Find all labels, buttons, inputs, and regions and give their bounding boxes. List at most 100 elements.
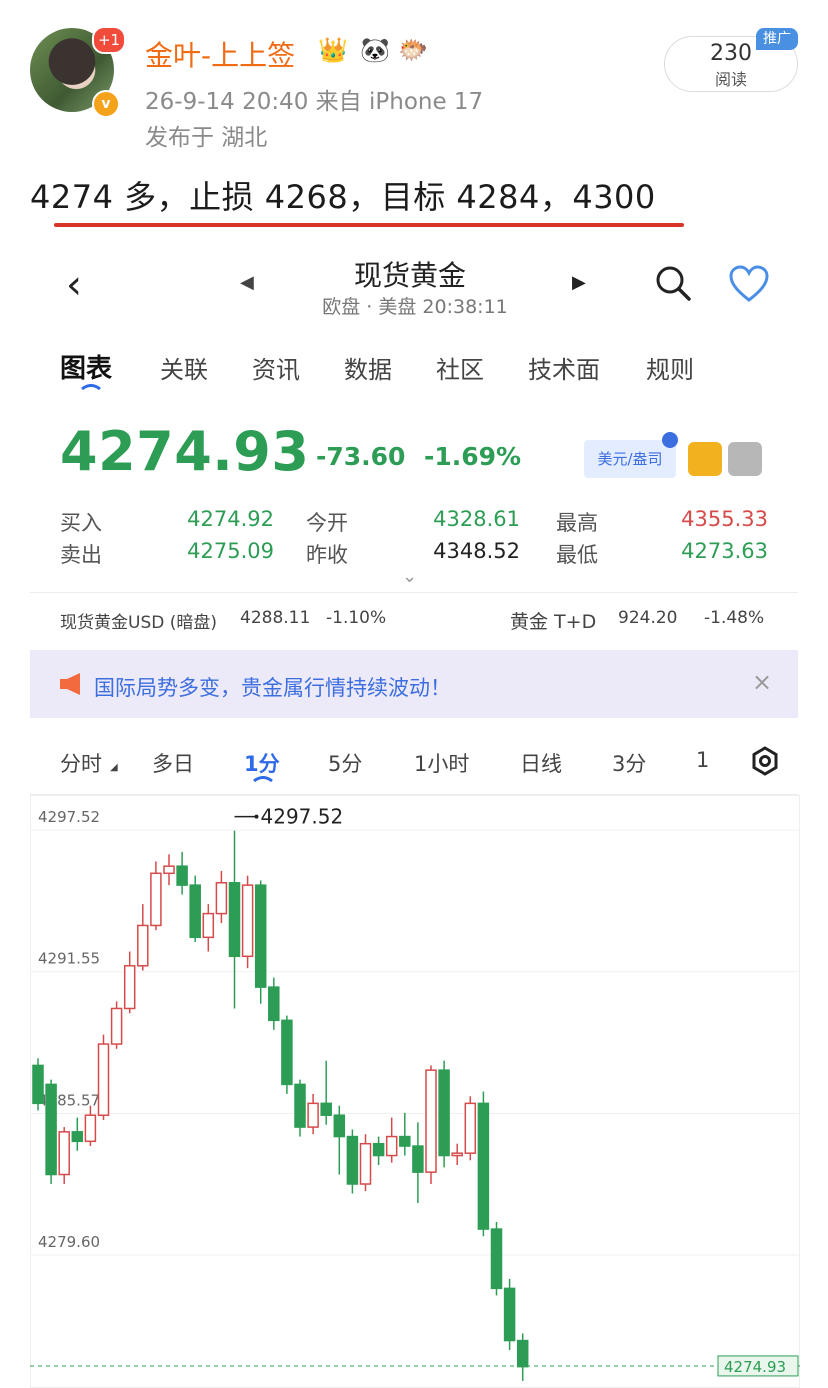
- post-time-source: 26-9-14 20:40 来自 iPhone 17: [145, 89, 484, 115]
- candle-body: [137, 924, 149, 967]
- low-value: 4273.63: [681, 539, 768, 563]
- close-icon[interactable]: ×: [752, 668, 772, 696]
- related-usd-label[interactable]: 现货黄金USD (暗盘): [60, 608, 217, 633]
- period-daily[interactable]: 日线: [520, 748, 562, 778]
- underline-divider: [54, 223, 684, 227]
- tab-related[interactable]: 关联: [160, 350, 208, 385]
- notice-text[interactable]: 国际局势多变，贵金属行情持续波动！: [94, 672, 451, 702]
- sell-label: 卖出: [60, 543, 102, 567]
- next-icon[interactable]: ▶: [572, 272, 586, 293]
- candle-body: [32, 1064, 44, 1105]
- settings-icon[interactable]: [750, 746, 780, 776]
- refresh-icon[interactable]: [728, 442, 762, 476]
- candle-body: [189, 884, 201, 939]
- related-usd-value: 4288.11: [240, 608, 311, 628]
- buy-value: 4274.92: [187, 507, 274, 531]
- post-text: 4274 多，止损 4268，目标 4284，4300: [30, 178, 656, 216]
- candle-body: [215, 882, 228, 915]
- period-timeshare[interactable]: 分时: [60, 748, 102, 778]
- promo-badge[interactable]: 推广: [756, 28, 798, 50]
- post-location: 发布于 湖北: [145, 125, 268, 151]
- y-tick-label: 4291.55: [38, 950, 100, 968]
- tab-bar: 图表 关联 资讯 数据 社区 技术面 规则: [60, 348, 760, 398]
- period-more[interactable]: 1: [696, 748, 709, 772]
- candle-body: [425, 1069, 437, 1173]
- unit-badge-icon: [662, 432, 678, 448]
- period-1min[interactable]: 1分: [244, 748, 280, 778]
- low-label: 最低: [556, 543, 598, 567]
- candle-body: [503, 1287, 516, 1342]
- candle-body: [412, 1145, 424, 1173]
- expand-chevron-icon[interactable]: ⌄: [402, 566, 417, 587]
- related-td-label[interactable]: 黄金 T+D: [510, 607, 596, 634]
- candle-body: [294, 1083, 306, 1128]
- megaphone-icon: [60, 673, 80, 695]
- candle-body: [45, 1083, 57, 1176]
- candle-body: [490, 1228, 503, 1290]
- active-tab-indicator: [81, 384, 101, 390]
- tab-rules[interactable]: 规则: [646, 350, 694, 385]
- prev-close-value: 4348.52: [433, 539, 520, 563]
- active-period-indicator: [253, 776, 273, 782]
- related-usd-change: -1.10%: [326, 608, 387, 628]
- username[interactable]: 金叶-上上签: [145, 34, 295, 74]
- candlestick-chart[interactable]: 4297.524291.554285.574279.604297.524274.…: [30, 795, 800, 1388]
- candle-body: [385, 1135, 398, 1157]
- crown-icon: 👑: [318, 36, 348, 64]
- instrument-title: 现货黄金: [353, 259, 466, 292]
- search-icon[interactable]: [654, 264, 692, 302]
- chart-frame: [30, 795, 800, 1388]
- tab-community[interactable]: 社区: [436, 350, 484, 385]
- period-3min[interactable]: 3分: [612, 748, 646, 778]
- candle-body: [320, 1102, 332, 1116]
- tab-chart[interactable]: 图表: [60, 348, 112, 385]
- candle-body: [84, 1114, 97, 1143]
- candle-body: [281, 1019, 293, 1086]
- max-marker-dot: [254, 814, 259, 819]
- panda-icon: 🐼: [360, 36, 390, 64]
- tab-news[interactable]: 资讯: [252, 350, 300, 385]
- candle-body: [123, 965, 136, 1010]
- gold-coin-icon[interactable]: [688, 442, 722, 476]
- notification-badge: +1: [92, 26, 126, 54]
- candle-body: [268, 986, 280, 1022]
- candle-body: [241, 884, 254, 958]
- related-td-value: 924.20: [618, 608, 678, 628]
- prev-close-label: 昨收: [306, 543, 348, 567]
- pufferfish-icon: 🐡: [398, 36, 428, 64]
- period-multiday[interactable]: 多日: [152, 748, 194, 778]
- period-1hour[interactable]: 1小时: [414, 748, 469, 778]
- candle-body: [202, 912, 215, 939]
- candle-body: [97, 1043, 110, 1116]
- dropdown-icon: ◢: [110, 762, 118, 773]
- period-5min[interactable]: 5分: [328, 748, 362, 778]
- last-price: 4274.93: [60, 420, 310, 483]
- high-label: 最高: [556, 511, 598, 535]
- sell-value: 4275.09: [187, 539, 274, 563]
- candle-body: [150, 872, 162, 927]
- unit-selector[interactable]: 美元/盎司: [584, 440, 676, 478]
- candle-body: [58, 1131, 70, 1176]
- candle-body: [110, 1007, 123, 1045]
- tab-technical[interactable]: 技术面: [528, 350, 600, 385]
- market-session: 欧盘 · 美盘 20:38:11: [322, 296, 508, 318]
- candle-body: [254, 884, 267, 988]
- last-price-label: 4274.93: [724, 1358, 786, 1376]
- candle-body: [176, 865, 188, 886]
- candle-body: [464, 1102, 477, 1154]
- candle-body: [307, 1102, 319, 1128]
- candle-body: [359, 1142, 372, 1185]
- y-tick-label: 4297.52: [38, 808, 100, 826]
- candle-body: [399, 1135, 411, 1147]
- candle-body: [438, 1069, 450, 1157]
- max-price-label: 4297.52: [261, 805, 344, 829]
- candle-body: [451, 1152, 463, 1157]
- back-icon[interactable]: ‹: [66, 262, 82, 308]
- heart-icon[interactable]: [728, 264, 770, 304]
- previous-icon[interactable]: ◀: [240, 272, 254, 293]
- verified-icon: v: [92, 90, 120, 118]
- buy-label: 买入: [60, 511, 102, 535]
- candle-body: [516, 1339, 529, 1368]
- tab-data[interactable]: 数据: [344, 350, 392, 385]
- open-label: 今开: [306, 511, 348, 535]
